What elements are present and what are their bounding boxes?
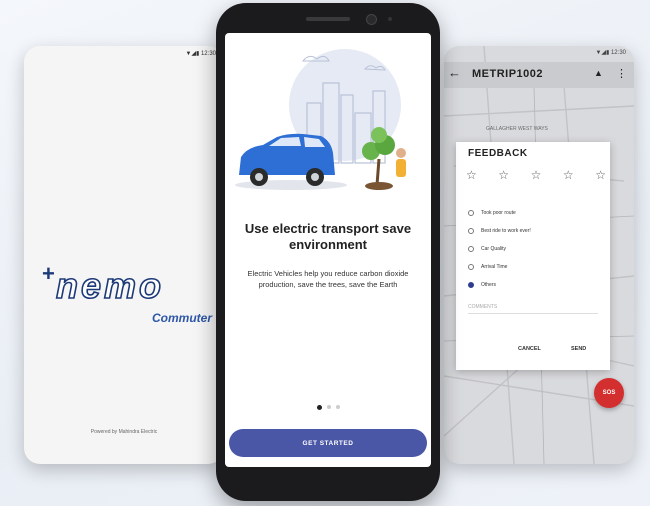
more-vert-icon[interactable]: ⋮ [616,67,627,80]
onboarding-screen: Use electric transport save environment … [225,33,431,467]
trip-header: ← METRIP1002 ▲ ⋮ [444,62,634,88]
option-label: Took poor route [481,210,516,216]
feedback-option[interactable]: Took poor route [468,204,531,222]
onboarding-body: Electric Vehicles help you reduce carbon… [247,269,409,289]
bell-icon[interactable]: ▲ [594,68,603,78]
radio-button[interactable] [468,264,474,270]
right-phone-feedback: ▼◢▮ 12:30 ← METRIP1002 ▲ ⋮ GALLAGHER WES… [444,46,634,464]
feedback-option[interactable]: Best ride to work ever! [468,222,531,240]
star-rating: ☆ ☆ ☆ ☆ ☆ [466,168,606,182]
comments-field[interactable]: COMMENTS [468,304,598,314]
star-icon[interactable]: ☆ [595,168,606,182]
pager-dot[interactable] [335,405,340,409]
nemo-logo: + nemo Commuter [42,261,224,325]
feedback-option[interactable]: Arrival Time [468,258,531,276]
star-icon[interactable]: ☆ [563,168,574,182]
feedback-options: Took poor route Best ride to work ever! … [468,204,531,294]
radio-button[interactable] [468,210,474,216]
pager-dot-active[interactable] [316,404,322,410]
front-camera [366,14,377,25]
logo-subtitle: Commuter [152,311,213,325]
ev-illustration [235,49,406,190]
powered-by-text: Powered by Mahindra Electric [90,429,158,435]
get-started-button[interactable]: GET STARTED [229,429,427,457]
feedback-option[interactable]: Car Quality [468,240,531,258]
cancel-button[interactable]: CANCEL [518,346,541,352]
center-phone-onboarding: Use electric transport save environment … [216,3,440,501]
onboarding-headline: Use electric transport save environment [244,221,412,252]
status-bar: ▼◢▮ 12:30 [595,50,626,56]
star-icon[interactable]: ☆ [466,168,477,182]
sensor [388,17,392,21]
feedback-title: FEEDBACK [468,148,528,159]
option-label: Best ride to work ever! [481,228,531,234]
earpiece [306,17,350,21]
send-button[interactable]: SEND [571,346,586,352]
star-icon[interactable]: ☆ [498,168,509,182]
pager-dots [225,404,431,410]
feedback-dialog: FEEDBACK ☆ ☆ ☆ ☆ ☆ Took poor route Best … [456,142,610,370]
radio-button-selected[interactable] [468,282,474,288]
option-label: Arrival Time [481,264,508,270]
pager-dot[interactable] [326,405,331,409]
sos-button[interactable]: SOS [594,378,624,408]
left-phone-splash: ▼◢▮ 12:30 + nemo Commuter Powered by Mah… [24,46,224,464]
logo-wordmark: nemo [55,264,165,307]
option-label: Car Quality [481,246,507,252]
star-icon[interactable]: ☆ [531,168,542,182]
logo-plus: + [42,261,55,286]
option-label: Others [481,282,497,288]
map-street-label: GALLAGHER WEST WAYS [486,126,548,132]
trip-title: METRIP1002 [472,68,544,80]
radio-button[interactable] [468,246,474,252]
radio-button[interactable] [468,228,474,234]
feedback-option[interactable]: Others [468,276,531,294]
status-bar: ▼◢▮ 12:30 [185,51,216,57]
arrow-left-icon[interactable]: ← [448,65,461,80]
